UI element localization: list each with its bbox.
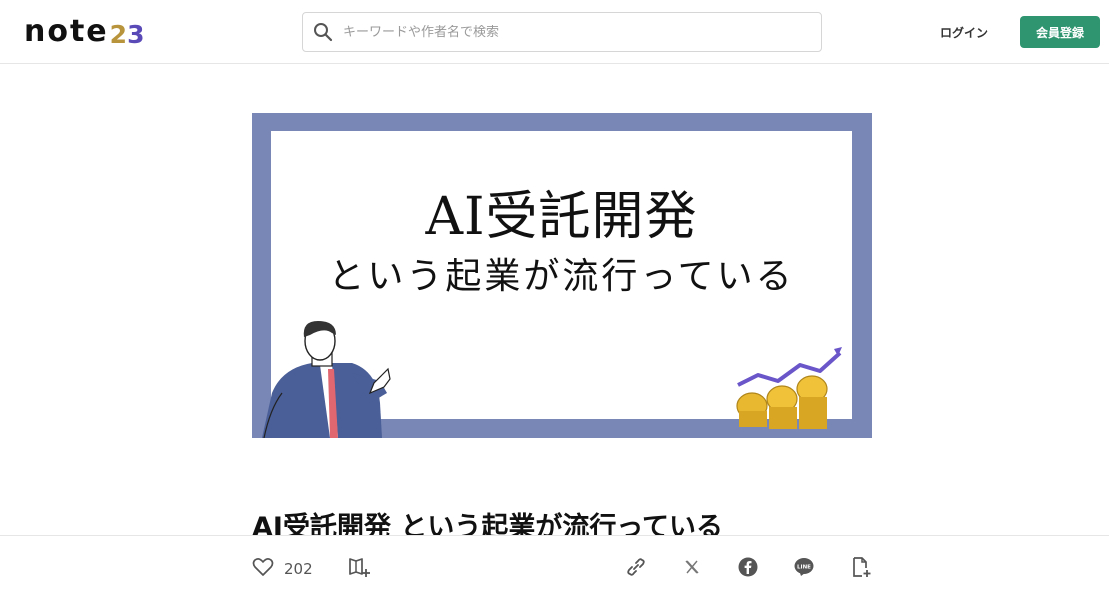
signup-button[interactable]: 会員登録	[1020, 16, 1100, 48]
hero-title-line2: という起業が流行っている	[328, 256, 795, 297]
hero-image-board: AI受託開発 という起業が流行っている	[271, 131, 852, 419]
search-box[interactable]	[302, 12, 822, 52]
magazine-add-icon	[347, 556, 371, 582]
article-action-bar: 202 LINE	[0, 535, 1109, 600]
like-button[interactable]: 202	[252, 536, 313, 601]
share-line-button[interactable]: LINE	[793, 536, 815, 601]
share-x-button[interactable]	[682, 536, 702, 601]
logo-wordmark: note	[24, 14, 109, 49]
line-icon: LINE	[794, 557, 814, 581]
share-facebook-button[interactable]	[737, 536, 759, 601]
heart-icon	[252, 557, 274, 581]
header: note 23 ログイン 会員登録	[0, 0, 1109, 64]
search-input[interactable]	[343, 24, 803, 40]
x-icon	[684, 559, 700, 579]
copy-link-button[interactable]	[624, 536, 648, 601]
hero-title-line1: AI受託開発	[425, 187, 698, 247]
search-icon	[303, 22, 343, 42]
hero-image: AI受託開発 という起業が流行っている	[252, 113, 872, 438]
add-to-magazine-button[interactable]	[346, 536, 372, 601]
facebook-icon	[738, 557, 758, 581]
note-add-icon	[850, 556, 872, 582]
like-count: 202	[284, 559, 313, 578]
svg-text:LINE: LINE	[797, 564, 811, 570]
embed-note-button[interactable]	[849, 536, 873, 601]
link-icon	[625, 556, 647, 582]
login-button[interactable]: ログイン	[930, 16, 998, 48]
note-logo[interactable]: note 23	[24, 14, 144, 50]
logo-year-mark: 23	[109, 19, 145, 49]
